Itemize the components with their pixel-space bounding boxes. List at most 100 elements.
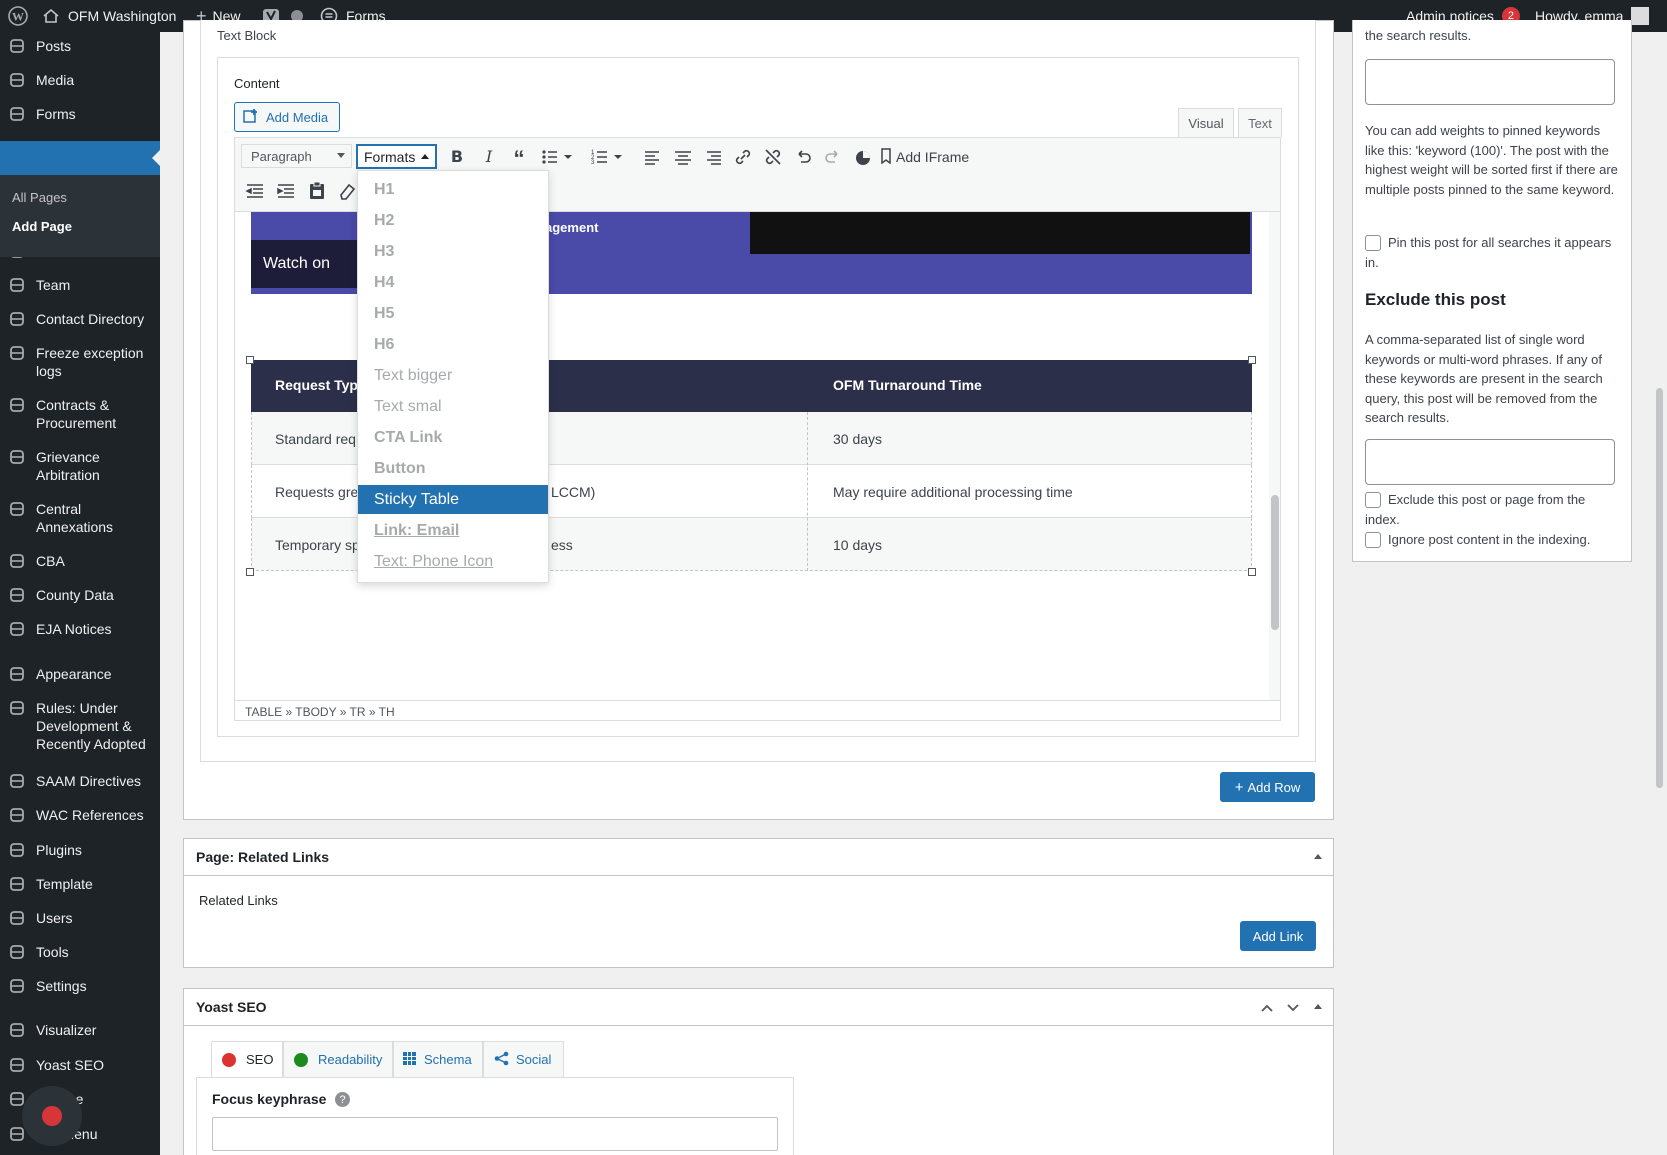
- sidebar-item-yoast-seo[interactable]: Yoast SEO: [0, 1056, 160, 1076]
- format-option-label: H3: [374, 242, 395, 260]
- clear-formatting-icon[interactable]: [336, 180, 358, 202]
- resize-handle[interactable]: [1248, 568, 1256, 576]
- site-name-link[interactable]: OFM Washington: [42, 0, 176, 32]
- sidebar-item-settings[interactable]: Settings: [0, 977, 160, 997]
- sidebar-item-users[interactable]: Users: [0, 909, 160, 929]
- format-option[interactable]: Link: Email: [358, 516, 548, 545]
- format-option[interactable]: H3: [358, 237, 548, 266]
- sidebar-item-contracts-procurement[interactable]: Contracts & Procurement: [0, 396, 160, 432]
- sidebar-item-eja-notices[interactable]: EJA Notices: [0, 620, 160, 640]
- add-iframe-button[interactable]: Add IFrame: [880, 146, 969, 168]
- tab-schema[interactable]: Schema: [393, 1041, 483, 1077]
- indent-icon[interactable]: [275, 180, 297, 202]
- sidebar-item-team[interactable]: Team: [0, 276, 160, 296]
- tab-seo[interactable]: SEO: [211, 1041, 283, 1077]
- outdent-icon[interactable]: [244, 180, 266, 202]
- undo-icon[interactable]: [792, 146, 814, 168]
- resize-handle[interactable]: [246, 568, 254, 576]
- format-option[interactable]: H2: [358, 206, 548, 235]
- toggle-panel-icon[interactable]: [1314, 854, 1322, 859]
- page-scrollbar[interactable]: [1652, 32, 1667, 1155]
- formats-button[interactable]: Formats: [356, 144, 437, 169]
- align-right-icon[interactable]: [702, 146, 724, 168]
- redo-icon[interactable]: [822, 146, 844, 168]
- tab-visual[interactable]: Visual: [1178, 108, 1234, 137]
- sidebar-item-pages-active[interactable]: [0, 141, 160, 175]
- add-row-button[interactable]: + Add Row: [1220, 772, 1315, 802]
- exclude-keywords-textarea[interactable]: [1365, 439, 1615, 485]
- toolbar-row-1: B I “ 123 Add IFrame: [446, 146, 1006, 171]
- submenu-all-pages[interactable]: All Pages: [12, 189, 67, 207]
- watch-on-youtube-button[interactable]: Watch on: [251, 240, 361, 288]
- align-center-icon[interactable]: [672, 146, 694, 168]
- format-option[interactable]: Button: [358, 454, 548, 483]
- format-option[interactable]: H6: [358, 330, 548, 359]
- sidebar-item-grievance-arbitration[interactable]: Grievance Arbitration: [0, 448, 160, 484]
- numbered-list-icon[interactable]: 123: [590, 146, 624, 168]
- tab-text[interactable]: Text: [1238, 108, 1282, 137]
- pinned-keywords-textarea[interactable]: [1365, 59, 1615, 105]
- sidebar-item-plugins[interactable]: Plugins: [0, 841, 160, 861]
- editor-scrollbar[interactable]: [1269, 212, 1280, 700]
- recording-button[interactable]: [22, 1086, 82, 1146]
- visualizer-chart-icon[interactable]: [852, 146, 874, 168]
- sidebar-item-template[interactable]: Template: [0, 875, 160, 895]
- sidebar-item-county-data[interactable]: County Data: [0, 586, 160, 606]
- sidebar-item-tools[interactable]: Tools: [0, 943, 160, 963]
- page-scrollbar-thumb[interactable]: [1656, 388, 1663, 788]
- move-up-icon[interactable]: [1260, 1001, 1274, 1018]
- scrollbar-thumb[interactable]: [1271, 495, 1279, 630]
- paste-text-icon[interactable]: [306, 180, 328, 202]
- resize-handle[interactable]: [246, 356, 254, 364]
- sidebar-item-media[interactable]: Media: [0, 71, 160, 91]
- database-icon: [8, 448, 26, 466]
- submenu-add-page[interactable]: Add Page: [12, 218, 72, 236]
- add-media-button[interactable]: Add Media: [234, 102, 340, 132]
- tab-readability[interactable]: Readability: [283, 1041, 393, 1077]
- table-header-cell: OFM Turnaround Time: [833, 377, 982, 393]
- sidebar-item-appearance[interactable]: Appearance: [0, 665, 160, 685]
- format-option[interactable]: Text bigger: [358, 361, 548, 390]
- formats-dropdown-menu: H1 H2 H3 H4 H5 H6 Text bigger Text smal CTA Link…: [357, 170, 549, 583]
- bullet-list-icon[interactable]: [540, 146, 574, 168]
- tab-social[interactable]: Social: [483, 1041, 564, 1077]
- add-link-button[interactable]: Add Link: [1240, 921, 1316, 951]
- sidebar-item-posts[interactable]: Posts: [0, 37, 160, 57]
- format-option[interactable]: H1: [358, 175, 548, 204]
- sidebar-item-forms[interactable]: Forms: [0, 105, 160, 125]
- format-option[interactable]: H4: [358, 268, 548, 297]
- help-icon[interactable]: ?: [335, 1092, 350, 1107]
- pages-submenu: [0, 175, 160, 257]
- sidebar-item-freeze-exception-logs[interactable]: Freeze exception logs: [0, 344, 160, 380]
- format-option[interactable]: H5: [358, 299, 548, 328]
- sidebar-item-contact-directory[interactable]: Contact Directory: [0, 310, 160, 330]
- sidebar-item-rules-under-development-recently-adopted[interactable]: Rules: Under Development & Recently Adop…: [0, 699, 160, 755]
- bookmark-icon: [880, 147, 892, 167]
- paragraph-select[interactable]: Paragraph: [241, 144, 352, 168]
- team-icon: [8, 276, 26, 294]
- table-cell: LCCM): [551, 484, 596, 500]
- blockquote-icon[interactable]: “: [508, 146, 530, 171]
- align-left-icon[interactable]: [642, 146, 664, 168]
- toggle-panel-icon[interactable]: [1314, 1004, 1322, 1009]
- sidebar-item-cba[interactable]: CBA: [0, 552, 160, 572]
- related-links-header[interactable]: [184, 839, 1333, 876]
- format-option[interactable]: Text smal: [358, 392, 548, 421]
- format-option[interactable]: Text: Phone Icon: [358, 547, 548, 576]
- format-option-label: H2: [374, 211, 395, 229]
- format-option[interactable]: CTA Link: [358, 423, 548, 452]
- bold-icon[interactable]: B: [446, 146, 468, 168]
- sidebar-item-wac-references[interactable]: WAC References: [0, 806, 160, 826]
- sidebar-item-visualizer[interactable]: Visualizer: [0, 1021, 160, 1041]
- italic-icon[interactable]: I: [478, 146, 500, 168]
- move-down-icon[interactable]: [1286, 1001, 1300, 1018]
- format-option-label: H1: [374, 180, 395, 198]
- wordpress-logo-icon[interactable]: W: [8, 0, 28, 32]
- insert-link-icon[interactable]: [732, 146, 754, 168]
- sidebar-item-central-annexations[interactable]: Central Annexations: [0, 500, 160, 536]
- focus-keyphrase-input[interactable]: [212, 1117, 778, 1151]
- resize-handle[interactable]: [1248, 356, 1256, 364]
- unlink-icon[interactable]: [762, 146, 784, 168]
- sidebar-item-saam-directives[interactable]: SAAM Directives: [0, 772, 160, 792]
- format-option[interactable]: Sticky Table: [358, 485, 548, 514]
